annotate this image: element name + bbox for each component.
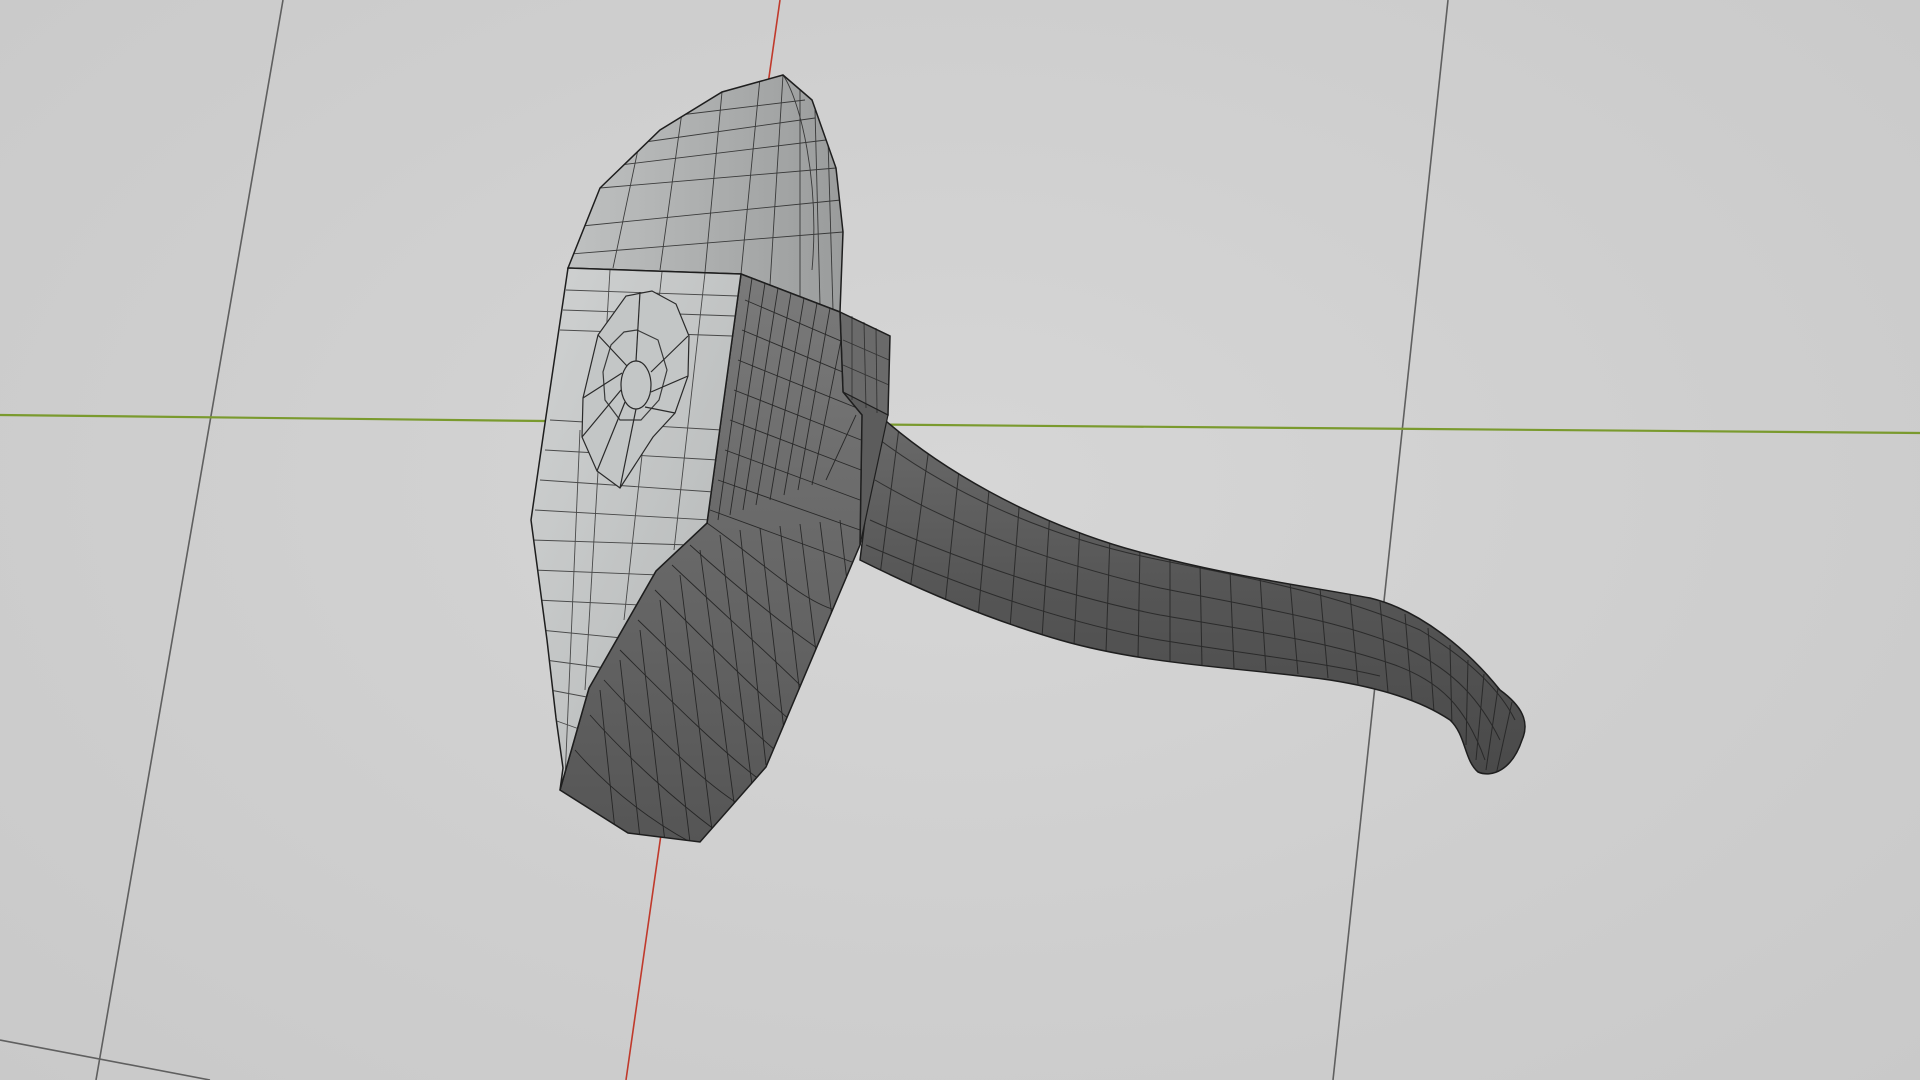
grid-line bbox=[95, 0, 284, 1080]
y-axis-line bbox=[0, 413, 546, 423]
y-axis-line-behind bbox=[807, 422, 1920, 435]
grid-line bbox=[0, 1039, 211, 1080]
grid-line bbox=[1332, 0, 1449, 1080]
hammer-handle[interactable] bbox=[859, 412, 1526, 775]
hammer-mesh[interactable] bbox=[530, 74, 1526, 843]
viewport-scene[interactable] bbox=[0, 0, 1920, 1080]
3d-viewport[interactable] bbox=[0, 0, 1920, 1080]
